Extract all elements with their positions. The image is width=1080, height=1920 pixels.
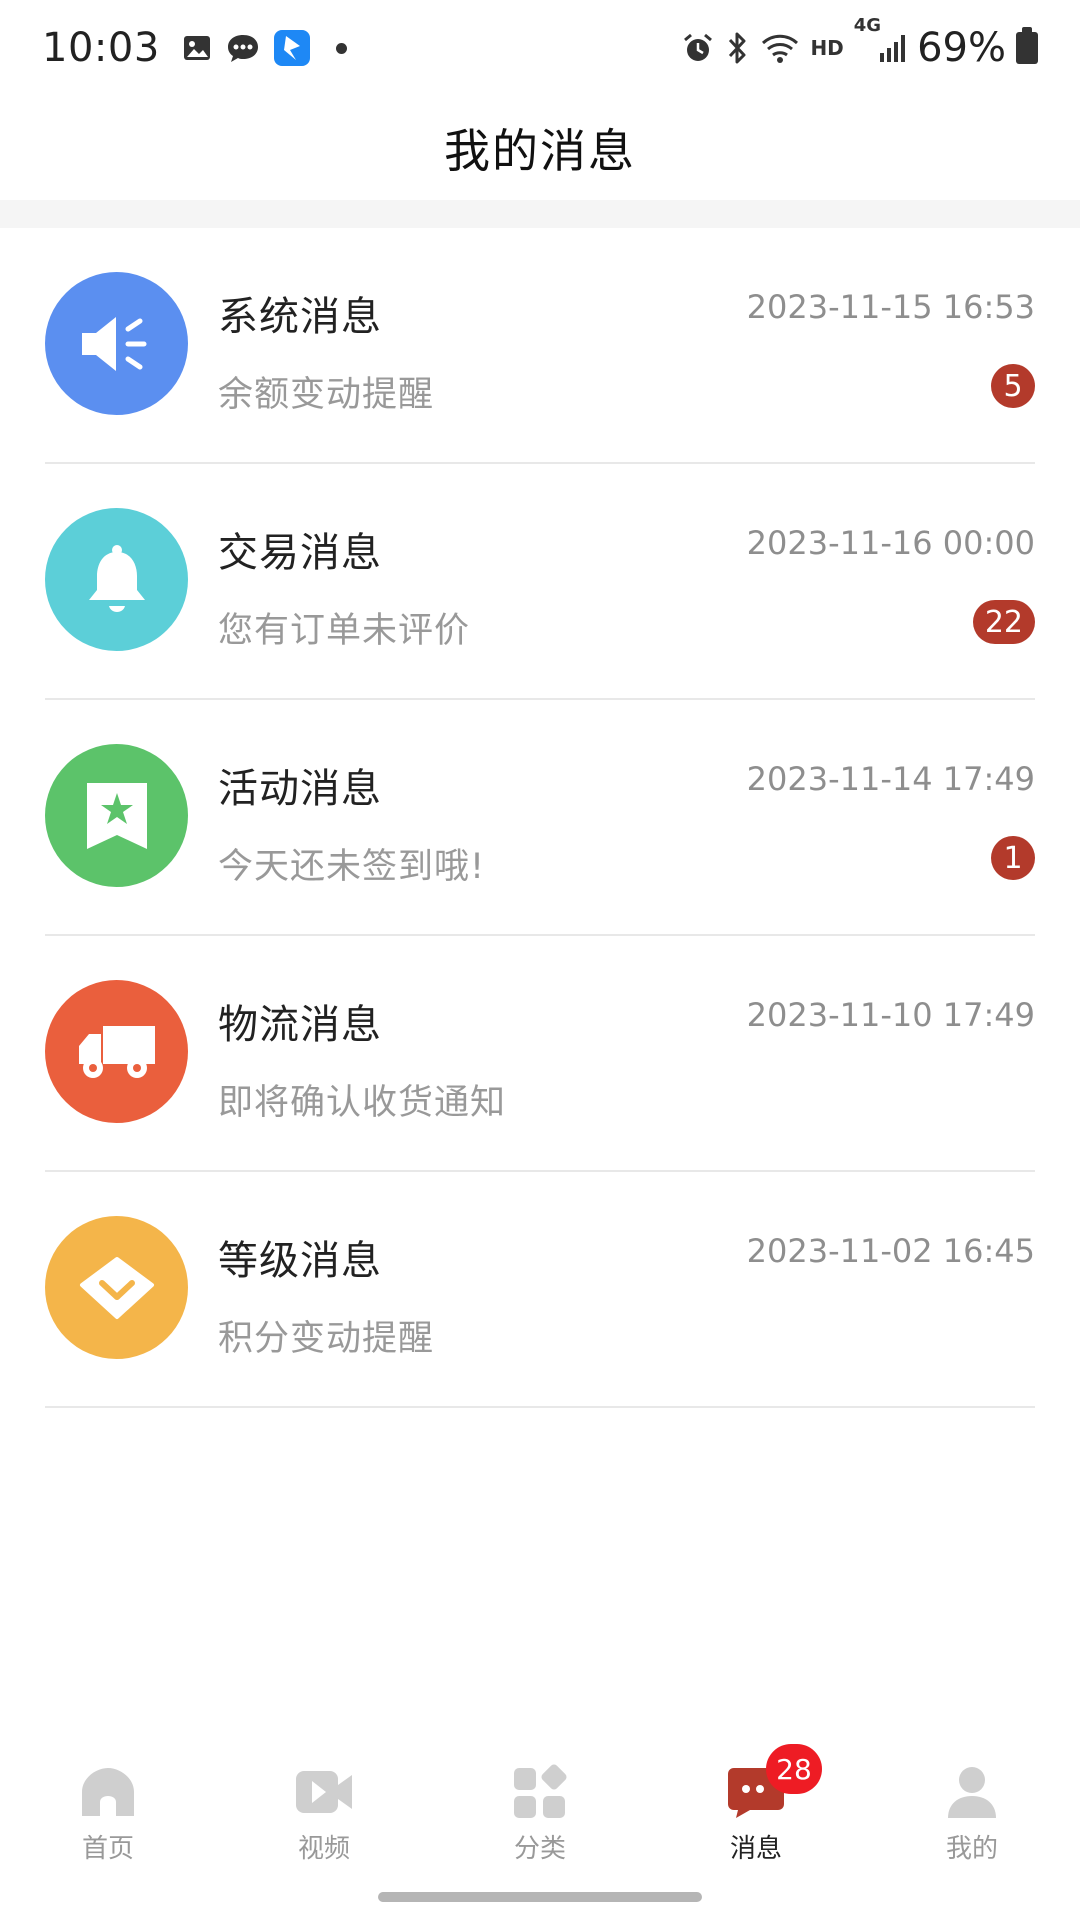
- signal-icon: [879, 33, 907, 63]
- message-list: 系统消息 2023-11-15 16:53 余额变动提醒 5 交易消息 2023…: [0, 228, 1080, 1408]
- message-title: 交易消息: [218, 530, 382, 576]
- battery-icon: [1016, 27, 1038, 64]
- bookmark-star-icon: [45, 744, 188, 887]
- bottom-tab-bar: 首页 视频 分类 消息 28 我的: [0, 1740, 1080, 1870]
- header-divider: [0, 200, 1080, 228]
- page-header: 我的消息: [0, 96, 1080, 200]
- message-subtitle: 余额变动提醒: [218, 375, 435, 415]
- tab-label: 我的: [945, 1834, 998, 1864]
- message-item-activity[interactable]: 活动消息 2023-11-14 17:49 今天还未签到哦! 1: [45, 700, 1035, 936]
- screen: 10:03 HD 4G 69% 我的消息 系统消息 2023-11-15 16:…: [0, 0, 1080, 1920]
- app-icon: [273, 30, 310, 66]
- page-title: 我的消息: [444, 124, 636, 178]
- message-title: 活动消息: [218, 766, 382, 812]
- bell-icon: [45, 508, 188, 651]
- home-indicator[interactable]: [378, 1892, 702, 1902]
- tab-messages[interactable]: 消息 28: [648, 1740, 864, 1870]
- message-time: 2023-11-15 16:53: [746, 288, 1035, 326]
- status-bar-left: 10:03: [42, 25, 347, 71]
- gallery-icon: [182, 33, 212, 63]
- tab-label: 消息: [729, 1834, 782, 1864]
- video-icon: [294, 1762, 354, 1822]
- message-item-level[interactable]: 等级消息 2023-11-02 16:45 积分变动提醒: [45, 1172, 1035, 1408]
- message-subtitle: 您有订单未评价: [218, 611, 471, 651]
- home-icon: [78, 1762, 138, 1822]
- unread-badge: 5: [991, 364, 1035, 408]
- message-subtitle: 即将确认收货通知: [218, 1083, 507, 1123]
- status-bar: 10:03 HD 4G 69%: [0, 0, 1080, 96]
- message-subtitle: 今天还未签到哦!: [218, 847, 486, 887]
- network-hd-label: HD: [810, 36, 844, 60]
- message-time: 2023-11-14 17:49: [746, 760, 1035, 798]
- message-subtitle: 积分变动提醒: [218, 1319, 435, 1359]
- battery-percent: 69%: [917, 25, 1006, 71]
- message-time: 2023-11-02 16:45: [746, 1232, 1035, 1270]
- tab-home[interactable]: 首页: [0, 1740, 216, 1870]
- network-type-label: 4G: [853, 15, 882, 36]
- message-time: 2023-11-16 00:00: [746, 524, 1035, 562]
- bluetooth-icon: [724, 31, 750, 65]
- truck-icon: [45, 980, 188, 1123]
- unread-badge: 1: [991, 836, 1035, 880]
- message-time: 2023-11-10 17:49: [746, 996, 1035, 1034]
- unread-badge: 22: [972, 600, 1035, 644]
- status-time: 10:03: [42, 25, 160, 71]
- status-bar-right: HD 4G 69%: [682, 15, 1038, 71]
- alarm-icon: [682, 32, 714, 64]
- tab-unread-badge: 28: [766, 1744, 822, 1794]
- category-icon: [510, 1762, 570, 1822]
- tab-label: 首页: [81, 1834, 134, 1864]
- tab-category[interactable]: 分类: [432, 1740, 648, 1870]
- chat-icon: [226, 33, 260, 63]
- tab-label: 视频: [297, 1834, 350, 1864]
- message-title: 等级消息: [218, 1238, 382, 1284]
- wifi-icon: [760, 32, 800, 64]
- diamond-icon: [45, 1216, 188, 1359]
- speaker-icon: [45, 272, 188, 415]
- message-title: 物流消息: [218, 1002, 382, 1048]
- profile-icon: [942, 1762, 1002, 1822]
- message-item-trade[interactable]: 交易消息 2023-11-16 00:00 您有订单未评价 22: [45, 464, 1035, 700]
- message-title: 系统消息: [218, 294, 382, 340]
- message-item-system[interactable]: 系统消息 2023-11-15 16:53 余额变动提醒 5: [45, 228, 1035, 464]
- notification-dot: [335, 42, 347, 54]
- tab-video[interactable]: 视频: [216, 1740, 432, 1870]
- message-item-logistics[interactable]: 物流消息 2023-11-10 17:49 即将确认收货通知: [45, 936, 1035, 1172]
- tab-profile[interactable]: 我的: [864, 1740, 1080, 1870]
- tab-label: 分类: [513, 1834, 566, 1864]
